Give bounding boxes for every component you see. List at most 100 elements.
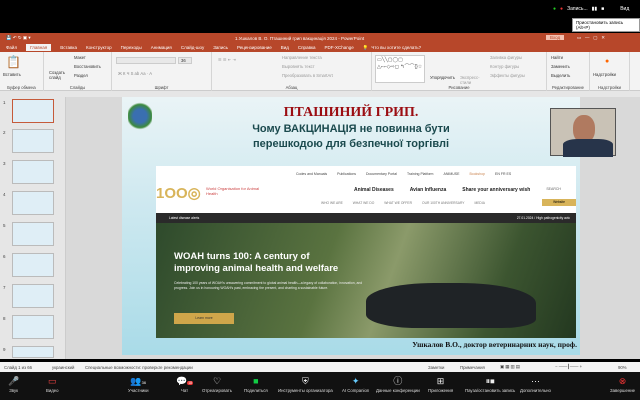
ai-companion-button[interactable]: ✦ AI Companion — [342, 375, 369, 393]
shape-outline-button[interactable]: Контур фигуры — [490, 64, 519, 69]
pause-icon[interactable]: ▮▮ — [592, 6, 598, 12]
group-slides: Создать слайд Макет Восстановить Раздел … — [44, 52, 112, 91]
slide-thumbnail[interactable] — [12, 253, 54, 277]
shape-effects-button[interactable]: Эффекты фигуры — [490, 73, 525, 78]
pause-stop-recording-button[interactable]: ⏸⏹ Пауза/остановить запись — [465, 375, 515, 393]
label: Участники — [128, 388, 149, 393]
alert-label: Latest disease alerts — [169, 216, 200, 220]
thumb-number: 5 — [3, 223, 6, 228]
slide-thumbnail[interactable] — [12, 284, 54, 308]
label: Пауза/остановить запись — [465, 388, 516, 393]
tab-record[interactable]: Запись — [213, 45, 228, 50]
shape-fill-button[interactable]: Заливка фигуры — [490, 55, 522, 60]
new-slide-button[interactable]: Создать слайд — [49, 70, 69, 80]
org-name: World Organisation for Animal Health — [206, 186, 260, 196]
slide-thumbnail[interactable] — [12, 99, 54, 123]
view-button[interactable]: Вид — [620, 6, 629, 12]
hero-line: WOAH turns 100: A century of — [174, 251, 310, 262]
group-drawing: ▭╲╲▢◯▢ △⌐⌐◇⇨◻ ↰⌒⌒{}☆ Упорядочить Экспрес… — [372, 52, 547, 91]
paste-icon[interactable]: 📋 — [6, 55, 21, 69]
tab-view[interactable]: Вид — [281, 45, 289, 50]
font-size-input[interactable]: 36 — [178, 57, 192, 64]
replace-button[interactable]: Заменить — [551, 64, 570, 69]
ribbon-tabs: Файл Главная Вставка Конструктор Переход… — [0, 43, 640, 52]
video-button[interactable]: ▭ Видео — [46, 375, 59, 393]
smartart-button[interactable]: Преобразовать в SmartArt — [282, 73, 333, 78]
react-button[interactable]: ♡ Отреагировать — [202, 375, 232, 393]
end-button[interactable]: ⊗ Завершение — [610, 375, 635, 393]
tab-design[interactable]: Конструктор — [86, 45, 112, 50]
slide-title: ПТАШИНИЙ ГРИП. — [283, 105, 419, 120]
hero-title: WOAH turns 100: A century of improving an… — [174, 251, 338, 275]
apps-button[interactable]: ⊞ Приложения — [428, 375, 453, 393]
notes-button[interactable]: Заметки — [428, 365, 444, 370]
section-button[interactable]: Раздел — [74, 73, 88, 78]
tell-me-input[interactable]: Что вы хотите сделать? — [371, 45, 421, 50]
slide-thumbnail[interactable] — [12, 346, 54, 358]
share-button[interactable]: ■ Поделиться — [244, 375, 268, 393]
shield-icon: ● — [553, 6, 557, 12]
reset-button[interactable]: Восстановить — [74, 64, 101, 69]
ppt-title-bar: 💾 ↶ ↻ ▣ ▾ 1.Ушкалов В. О. Пташиний грип … — [0, 33, 640, 43]
addins-button[interactable]: Надстройки — [593, 72, 616, 77]
slide-thumbnail[interactable] — [12, 315, 54, 339]
format-buttons[interactable]: Ж К Ч S ab Аа · А — [118, 71, 152, 76]
quick-styles-button[interactable]: Экспресс-стили — [460, 75, 480, 85]
select-button[interactable]: Выделить — [551, 73, 570, 78]
more-button[interactable]: ⋯ Дополнительно — [520, 375, 551, 393]
layout-button[interactable]: Макет — [74, 55, 86, 60]
font-name-input[interactable] — [116, 57, 176, 64]
addins-icon: ● — [605, 58, 610, 65]
label: Данные конференции — [376, 388, 420, 393]
thumb-number: 3 — [3, 161, 6, 166]
tab-home[interactable]: Главная — [26, 44, 52, 51]
group-clipboard: 📋 Вставить Буфер обмена — [0, 52, 44, 91]
window-controls[interactable]: ▭ — ▢ ✕ — [577, 35, 605, 41]
mic-muted-icon: 🎤 — [8, 376, 20, 386]
group-font: 36 Ж К Ч S ab Аа · А Шрифт — [112, 52, 212, 91]
view-buttons[interactable]: ▣ ▦ ▥ ▤ — [500, 364, 520, 370]
quick-access-icons[interactable]: 💾 ↶ ↻ ▣ ▾ — [6, 35, 31, 41]
record-dot-icon: ● — [560, 6, 564, 12]
slide-thumbnail[interactable] — [12, 129, 54, 153]
current-slide[interactable]: ПТАШИНИЙ ГРИП. Чому ВАКЦИНАЦІЯ не повинн… — [122, 97, 580, 355]
accessibility-status[interactable]: Специальные возможности: проверьте реком… — [85, 365, 193, 370]
list-buttons[interactable]: ☰ ☰ ⇤ ⇥ — [218, 57, 236, 62]
subtitle-line: перешкодою для безпечної торгівлі — [252, 138, 450, 150]
slide-thumbnail[interactable] — [12, 160, 54, 184]
participants-button[interactable]: 👥36 Участники — [128, 375, 149, 393]
align-text-button[interactable]: Выровнять текст — [282, 64, 315, 69]
tab-insert[interactable]: Вставка — [60, 45, 77, 50]
comments-button[interactable]: Примечания — [460, 365, 485, 370]
zoom-slider[interactable]: − ——┃—— + — [555, 364, 582, 370]
chat-button[interactable]: 💬18 Чат — [176, 375, 194, 393]
window-title: 1.Ушкалов В. О. Пташиний грип вакцинація… — [235, 35, 365, 41]
paste-button[interactable]: Вставить — [3, 72, 21, 77]
shapes-gallery[interactable]: ▭╲╲▢◯▢ △⌐⌐◇⇨◻ ↰⌒⌒{}☆ — [375, 55, 425, 83]
tab-file[interactable]: Файл — [6, 45, 17, 50]
recording-indicator[interactable]: ● ● Запись... ▮▮ ■ Вид — [553, 6, 629, 12]
meeting-info-button[interactable]: ⓘ Данные конференции — [376, 375, 420, 393]
tab-help[interactable]: Справка — [298, 45, 316, 50]
tab-animations[interactable]: Анимация — [151, 45, 172, 50]
stop-icon[interactable]: ■ — [601, 6, 604, 12]
host-tools-button[interactable]: ⛨ Инструменты организатора — [278, 375, 333, 393]
language[interactable]: украинский — [52, 365, 74, 370]
tab-slideshow[interactable]: Слайд-шоу — [181, 45, 204, 50]
nav-item: WHO WE ARE — [321, 201, 343, 205]
zoom-level[interactable]: 90% — [618, 365, 627, 370]
nav-item: Share your anniversary wish — [462, 187, 531, 193]
audio-button[interactable]: 🎤 Звук — [8, 375, 19, 393]
signin-button[interactable]: Вход — [546, 34, 565, 40]
tab-review[interactable]: Рецензирование — [237, 45, 272, 50]
slide-thumbnail[interactable] — [12, 222, 54, 246]
slide-thumbnail[interactable] — [12, 191, 54, 215]
slide-thumbnails-panel[interactable]: 1 2 3 4 5 6 7 8 9 — [0, 97, 66, 359]
tab-pdfxchange[interactable]: PDF-XChange — [325, 45, 354, 50]
tab-transitions[interactable]: Переходы — [121, 45, 142, 50]
text-direction-button[interactable]: Направление текста — [282, 55, 322, 60]
arrange-button[interactable]: Упорядочить — [430, 75, 455, 80]
group-label: Слайды — [69, 85, 86, 90]
find-button[interactable]: Найти — [551, 55, 563, 60]
participant-video — [550, 108, 616, 157]
